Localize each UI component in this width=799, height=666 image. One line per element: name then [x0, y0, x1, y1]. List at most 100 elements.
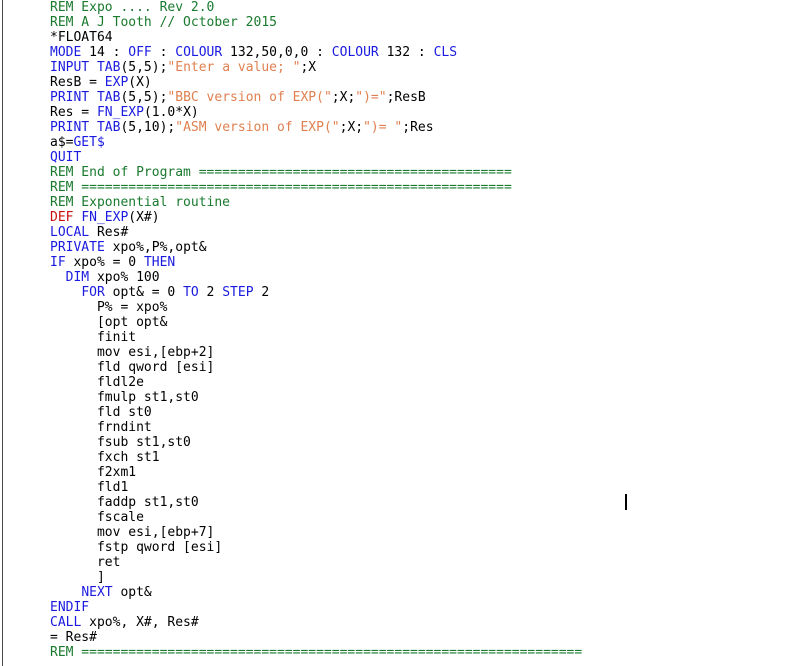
- code-token-plain: (5,5);: [120, 90, 168, 105]
- code-line[interactable]: PRINT TAB(5,5);"BBC version of EXP(";X;"…: [50, 90, 795, 105]
- code-line[interactable]: REM Expo .... Rev 2.0: [50, 0, 795, 15]
- code-line[interactable]: ENDIF: [50, 600, 795, 615]
- code-line[interactable]: fscale: [50, 510, 795, 525]
- code-token-kw: IF: [50, 255, 66, 270]
- code-line[interactable]: fstp qword [esi]: [50, 540, 795, 555]
- code-line[interactable]: P% = xpo%: [50, 300, 795, 315]
- code-line[interactable]: QUIT: [50, 150, 795, 165]
- code-line[interactable]: mov esi,[ebp+7]: [50, 525, 795, 540]
- code-line[interactable]: REM A J Tooth // October 2015: [50, 15, 795, 30]
- code-line[interactable]: REM Exponential routine: [50, 195, 795, 210]
- code-token-plain: fld qword [esi]: [96, 360, 215, 375]
- code-token-plain: fscale: [96, 510, 144, 525]
- code-token-kw: QUIT: [50, 150, 82, 165]
- code-line[interactable]: MODE 14 : OFF : COLOUR 132,50,0,0 : COLO…: [50, 45, 795, 60]
- code-token-kw: FN_EXP: [96, 105, 144, 120]
- code-token-plain: 132 :: [378, 45, 434, 60]
- code-line[interactable]: fmulp st1,st0: [50, 390, 795, 405]
- code-token-kw: PRINT TAB: [50, 90, 121, 105]
- code-token-plain: xpo% = 0: [65, 255, 144, 270]
- code-token-rem: REM ====================================…: [50, 645, 583, 660]
- code-line[interactable]: fldl2e: [50, 375, 795, 390]
- code-token-rem: REM End of Program =====================…: [50, 165, 512, 180]
- code-token-plain: :: [151, 45, 176, 60]
- gutter-rule: [2, 0, 3, 666]
- code-line[interactable]: REM ====================================…: [50, 180, 795, 195]
- code-token-plain: ;X: [300, 60, 317, 75]
- code-line[interactable]: ret: [50, 555, 795, 570]
- code-token-plain: ;X;: [339, 120, 364, 135]
- code-line[interactable]: mov esi,[ebp+2]: [50, 345, 795, 360]
- code-token-kw: PRINT TAB: [50, 120, 121, 135]
- code-line[interactable]: NEXT opt&: [50, 585, 795, 600]
- code-line[interactable]: fld1: [50, 480, 795, 495]
- code-token-kw: STEP: [222, 285, 254, 300]
- code-line[interactable]: DEF FN_EXP(X#): [50, 210, 795, 225]
- code-token-plain: (5,10);: [120, 120, 176, 135]
- code-token-plain: Res#: [89, 225, 129, 240]
- code-token-kw: INPUT TAB: [50, 60, 121, 75]
- code-token-plain: [opt opt&: [96, 315, 168, 330]
- code-line[interactable]: DIM xpo% 100: [50, 270, 795, 285]
- code-line[interactable]: PRINT TAB(5,10);"ASM version of EXP(";X;…: [50, 120, 795, 135]
- code-token-plain: (1.0*X): [143, 105, 199, 120]
- code-line[interactable]: FOR opt& = 0 TO 2 STEP 2: [50, 285, 795, 300]
- code-token-str: ")=": [355, 90, 387, 105]
- code-token-plain: fxch st1: [96, 450, 160, 465]
- code-line[interactable]: CALL xpo%, X#, Res#: [50, 615, 795, 630]
- code-token-plain: fldl2e: [96, 375, 144, 390]
- code-line[interactable]: finit: [50, 330, 795, 345]
- code-token-kw: NEXT: [81, 585, 113, 600]
- code-line[interactable]: frndint: [50, 420, 795, 435]
- code-token-kw: GET$: [73, 135, 105, 150]
- code-line[interactable]: f2xm1: [50, 465, 795, 480]
- code-token-plain: xpo%, X#, Res#: [81, 615, 199, 630]
- code-line[interactable]: REM End of Program =====================…: [50, 165, 795, 180]
- code-token-plain: (X): [128, 75, 152, 90]
- code-line[interactable]: *FLOAT64: [50, 30, 795, 45]
- code-token-plain: fld1: [96, 480, 129, 495]
- code-line[interactable]: a$=GET$: [50, 135, 795, 150]
- code-token-plain: mov esi,[ebp+7]: [96, 525, 215, 540]
- code-listing[interactable]: REM Expo .... Rev 2.0 REM A J Tooth // Oc…: [50, 0, 795, 660]
- code-line[interactable]: Res = FN_EXP(1.0*X): [50, 105, 795, 120]
- code-token-plain: frndint: [96, 420, 152, 435]
- code-line[interactable]: faddp st1,st0: [50, 495, 795, 510]
- code-token-plain: *FLOAT64: [50, 30, 113, 45]
- code-line[interactable]: REM ====================================…: [50, 645, 795, 660]
- code-line[interactable]: ResB = EXP(X): [50, 75, 795, 90]
- code-line[interactable]: fld qword [esi]: [50, 360, 795, 375]
- code-line[interactable]: PRIVATE xpo%,P%,opt&: [50, 240, 795, 255]
- code-line[interactable]: IF xpo% = 0 THEN: [50, 255, 795, 270]
- code-token-plain: P% = xpo%: [96, 300, 168, 315]
- code-token-kw: PRIVATE: [50, 240, 105, 255]
- code-token-kw: CLS: [433, 45, 458, 60]
- code-line[interactable]: ]: [50, 570, 795, 585]
- code-line[interactable]: = Res#: [50, 630, 795, 645]
- code-line[interactable]: LOCAL Res#: [50, 225, 795, 240]
- code-line[interactable]: fxch st1: [50, 450, 795, 465]
- code-token-str: ")= ": [363, 120, 403, 135]
- code-token-plain: (5,5);: [120, 60, 168, 75]
- code-token-plain: mov esi,[ebp+2]: [96, 345, 215, 360]
- code-token-rem: REM A J Tooth // October 2015: [50, 15, 277, 30]
- code-line[interactable]: fld st0: [50, 405, 795, 420]
- code-token-plain: xpo%,P%,opt&: [104, 240, 207, 255]
- code-token-plain: xpo% 100: [89, 270, 160, 285]
- code-line[interactable]: [opt opt&: [50, 315, 795, 330]
- code-token-plain: = Res#: [50, 630, 97, 645]
- code-token-kw: DIM: [65, 270, 90, 285]
- code-line[interactable]: fsub st1,st0: [50, 435, 795, 450]
- code-line[interactable]: INPUT TAB(5,5);"Enter a value; ";X: [50, 60, 795, 75]
